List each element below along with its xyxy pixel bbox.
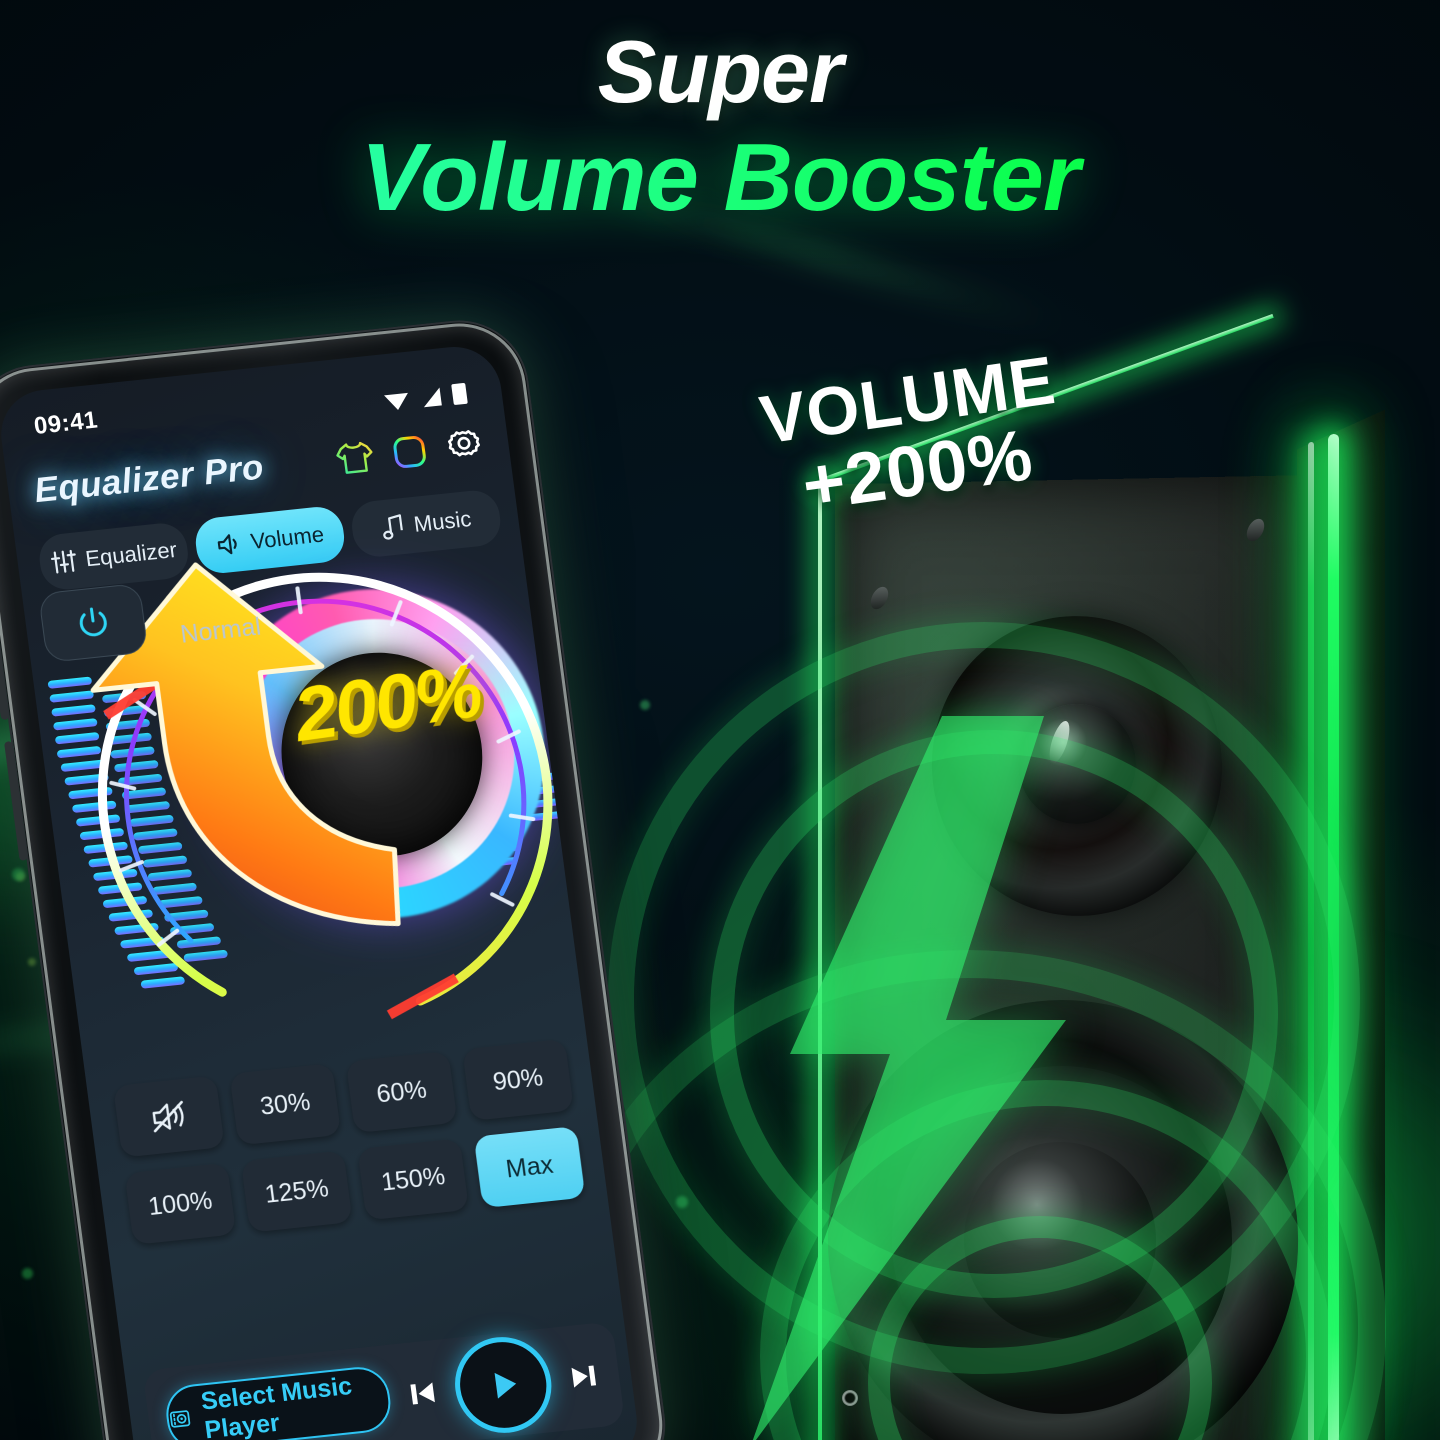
status-bar-icons [382,381,469,414]
speaker-illustration [550,313,1440,1440]
battery-icon [451,383,468,405]
skip-next-icon [571,1365,597,1388]
play-icon [494,1372,517,1399]
headline-line-1: Super [597,22,843,121]
headline-line-2: Volume Booster [0,130,1440,226]
bokeh-dot [12,868,25,881]
preset-125[interactable]: 125% [240,1150,353,1233]
promo-headline: Super Volume Booster [0,28,1440,226]
next-track-button[interactable] [565,1358,603,1395]
mute-icon [152,1100,184,1133]
volume-dial-area: Normal 200% [19,517,586,1085]
preset-30[interactable]: 30% [229,1063,342,1146]
lightning-bolt-icon [752,716,1066,1440]
skip-previous-icon [410,1382,435,1405]
bokeh-dot [640,700,650,710]
wifi-icon [384,392,408,410]
preset-60[interactable]: 60% [345,1051,458,1134]
preset-100[interactable]: 100% [124,1162,237,1245]
bokeh-dot [22,1268,33,1279]
player-bar: Select Music Player [142,1321,626,1440]
phone-mockup: 09:41 Equalizer Pro Equalizer Volume Mus… [0,313,674,1440]
power-button[interactable] [37,582,149,663]
color-theme-icon[interactable] [388,431,431,473]
bokeh-dot [16,872,25,881]
previous-track-button[interactable] [404,1375,442,1412]
status-bar-clock: 09:41 [32,406,100,440]
bokeh-dot [28,958,36,966]
media-player-icon [169,1410,191,1428]
preset-mute[interactable] [112,1075,225,1158]
select-music-player-button[interactable]: Select Music Player [162,1364,395,1440]
promo-screenshot: Super Volume Booster VOLUME +200% 09:41 … [0,0,1440,1440]
select-music-player-label: Select Music Player [199,1371,354,1440]
power-icon [79,607,107,637]
tshirt-theme-icon[interactable] [333,437,378,479]
settings-gear-icon[interactable] [442,424,487,468]
preset-max[interactable]: Max [473,1126,586,1209]
play-button[interactable] [449,1332,558,1438]
preset-150[interactable]: 150% [357,1138,470,1221]
app-header-icons [332,424,486,479]
preset-90[interactable]: 90% [462,1038,574,1121]
signal-icon [423,387,442,408]
app-title: Equalizer Pro [31,447,267,511]
